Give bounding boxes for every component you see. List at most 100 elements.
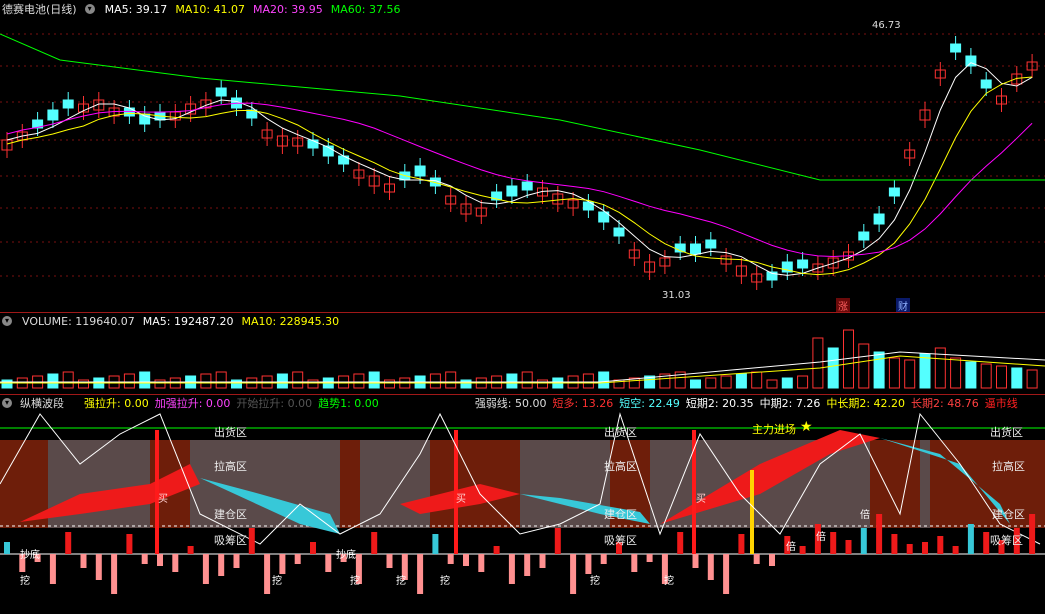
vol-ma5-readout: MA5: 192487.20 (142, 314, 234, 328)
wa-label: 挖 (272, 576, 282, 587)
zone-xichou-label: 吸筹区 (990, 534, 1023, 547)
hist-bar (202, 554, 209, 584)
volume-bar (965, 361, 977, 389)
zone-jiancang-label: 建仓区 (214, 508, 247, 521)
volume-bar (384, 379, 395, 389)
collapse-icon[interactable]: ▾ (2, 316, 12, 326)
zone-lagao-label: 拉高区 (992, 460, 1025, 473)
hist-bar (264, 554, 271, 594)
kline-pane[interactable]: 德赛电池(日线) ▾ MA5: 39.17 MA10: 41.07 MA20: … (0, 0, 1045, 312)
candle-body (521, 181, 533, 191)
volume-bar (1011, 367, 1023, 389)
volume-bar (154, 379, 166, 389)
hist-bar (172, 554, 179, 572)
volume-header: ▾ VOLUME: 119640.07 MA5: 192487.20 MA10:… (2, 314, 339, 328)
hist-bar (906, 544, 913, 554)
volume-bar (996, 365, 1007, 389)
volume-bar (62, 371, 74, 389)
hist-bar (769, 554, 775, 566)
hist-bar (891, 534, 898, 554)
zone-lagao-label: 拉高区 (214, 460, 247, 473)
volume-bar (919, 353, 931, 389)
star-icon: ★ (800, 419, 813, 435)
zone-shade (340, 440, 360, 528)
badge-zhang[interactable]: 涨 (836, 298, 850, 312)
zone-chuhuo-label: 出货区 (990, 426, 1023, 439)
volume-bar (858, 343, 870, 389)
volume-bar (200, 373, 212, 389)
hist-bar (937, 536, 944, 554)
candle-body (705, 239, 717, 249)
hist-bar (371, 532, 378, 554)
candle-body (950, 43, 962, 53)
tail-readout: 逼市线 (984, 397, 1018, 410)
hist-bar (65, 532, 72, 554)
ma60-readout: MA60: 37.56 (330, 2, 401, 16)
hist-bar (983, 532, 990, 554)
cq2-readout: 长期2: 48.76 (911, 397, 979, 410)
volume-bar (1, 379, 13, 389)
volume-bar (353, 373, 365, 389)
kline-chart[interactable] (0, 0, 1045, 312)
kslh-readout: 开始拉升: 0.00 (236, 397, 313, 410)
zone-chuhuo-label: 出货区 (214, 426, 247, 439)
volume-bar (537, 379, 548, 389)
volume-bar (139, 371, 151, 389)
indicator-pane[interactable]: ▾ 纵横波段 强拉升: 0.00 加强拉升: 0.00 开始拉升: 0.00 趋… (0, 394, 1045, 614)
bei-label: 倍 (816, 532, 826, 543)
ma10-line (6, 76, 1033, 276)
hist-bar (677, 532, 684, 554)
volume-bar (598, 371, 610, 389)
volume-bar (78, 379, 89, 389)
dd-readout: 短多: 13.26 (552, 397, 614, 410)
volume-pane[interactable]: ▾ VOLUME: 119640.07 MA5: 192487.20 MA10:… (0, 312, 1045, 394)
hist-bar (860, 528, 867, 554)
volume-bar (292, 371, 304, 389)
badge-cai[interactable]: 财 (896, 298, 910, 312)
ma5-line (6, 62, 1033, 276)
hist-bar (631, 554, 638, 572)
hist-bar (187, 546, 194, 554)
bei-label: 倍 (860, 510, 870, 521)
volume-bar (751, 371, 763, 389)
volume-bar (735, 373, 747, 389)
zq2-readout: 中期2: 7.26 (759, 397, 821, 410)
volume-bar (980, 363, 992, 389)
collapse-icon[interactable]: ▾ (2, 398, 12, 408)
hist-bar (447, 554, 454, 564)
hist-bar (570, 554, 577, 594)
buy-signal-label: 买 (158, 494, 168, 505)
candle-body (873, 213, 885, 225)
volume-bar (368, 371, 380, 389)
hist-bar (310, 542, 316, 554)
chaodi-label: 抄底 (336, 550, 356, 561)
candle-body (47, 109, 59, 121)
hist-bar (417, 554, 424, 594)
hist-bar (80, 554, 87, 568)
qrx-readout: 强弱线: 50.00 (474, 397, 547, 410)
hist-bar (126, 534, 133, 554)
buy-signal-label: 买 (456, 494, 466, 505)
ma10-readout: MA10: 41.07 (175, 2, 246, 16)
volume-bar (582, 373, 594, 389)
collapse-icon[interactable]: ▾ (84, 4, 95, 14)
hist-bar (753, 554, 760, 564)
volume-bar (231, 379, 242, 389)
volume-bar (521, 371, 533, 389)
volume-bar (797, 375, 809, 389)
hist-bar (157, 554, 163, 566)
bei-label: 倍 (786, 542, 796, 553)
high-price-label: 46.73 (872, 20, 901, 31)
wa-label: 挖 (590, 576, 600, 587)
zone-xichou-label: 吸筹区 (604, 534, 637, 547)
hist-bar (141, 554, 148, 564)
hist-bar (922, 542, 928, 554)
hist-bar (4, 542, 10, 554)
volume-bar (720, 375, 732, 389)
wa-label: 挖 (664, 576, 674, 587)
hist-bar (692, 554, 699, 568)
candle-body (62, 99, 74, 109)
volume-bar (47, 373, 59, 389)
indicator-chart[interactable] (0, 394, 1045, 614)
hist-bar (233, 554, 240, 568)
